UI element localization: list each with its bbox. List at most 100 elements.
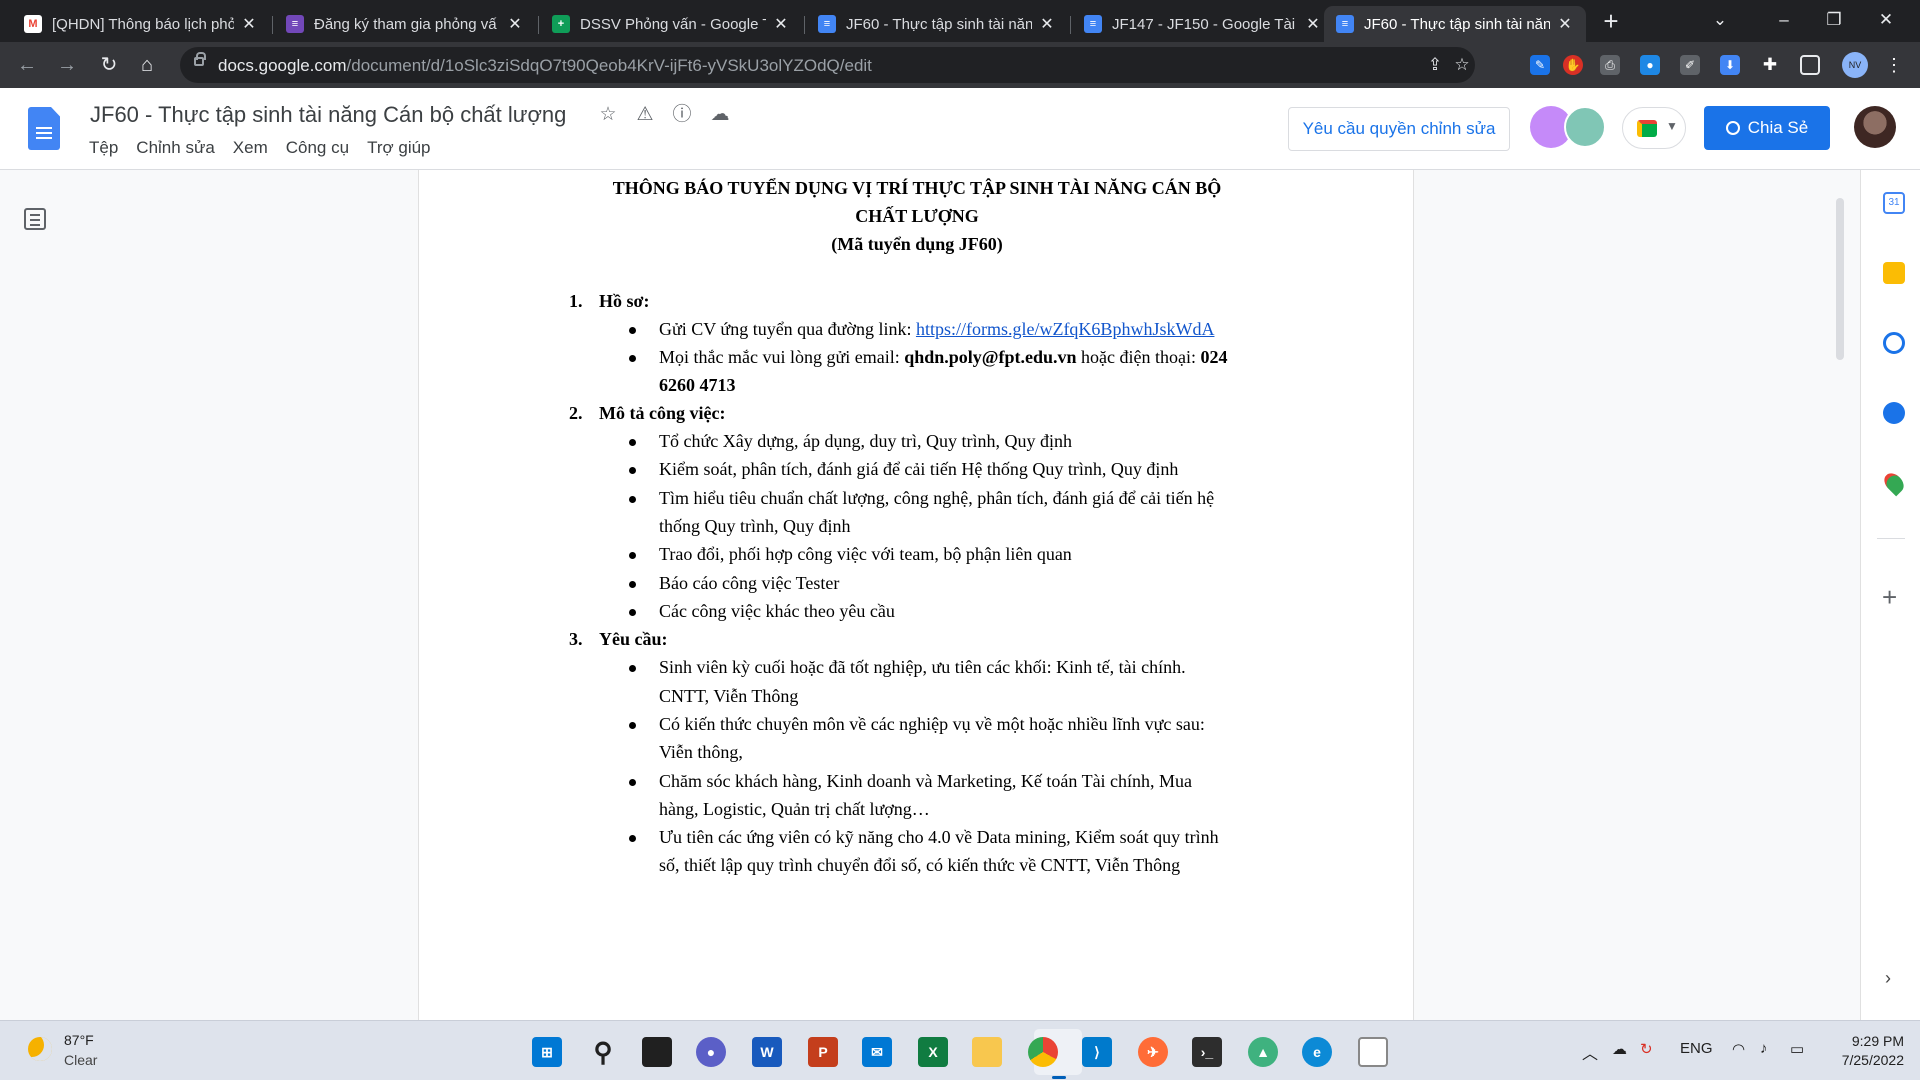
- move-to-drive-icon[interactable]: ⚠: [633, 103, 657, 127]
- weather-temperature[interactable]: 87°F: [64, 1032, 94, 1048]
- forms-icon: ≡: [286, 15, 304, 33]
- browser-tab-4[interactable]: ≡ JF60 - Thực tập sinh tài năn ✕: [806, 6, 1068, 42]
- star-icon[interactable]: ☆: [596, 103, 620, 127]
- meet-button[interactable]: ▼: [1622, 107, 1686, 149]
- vertical-scrollbar[interactable]: [1836, 198, 1844, 360]
- bookmark-star-icon[interactable]: ☆: [1452, 55, 1472, 75]
- google-docs-logo-icon[interactable]: [28, 107, 60, 150]
- close-tab-icon[interactable]: ✕: [506, 14, 524, 34]
- weather-description[interactable]: Clear: [64, 1052, 97, 1068]
- collaborator-avatar-2[interactable]: [1564, 106, 1606, 148]
- menu-view[interactable]: Xem: [233, 138, 268, 158]
- chat-icon[interactable]: ●: [696, 1037, 726, 1067]
- chrome-menu-icon[interactable]: ⋮: [1884, 55, 1904, 75]
- tasks-icon[interactable]: [1883, 332, 1905, 354]
- powerpoint-icon[interactable]: P: [808, 1037, 838, 1067]
- windows-start-icon[interactable]: ⊞: [532, 1037, 562, 1067]
- battery-icon[interactable]: ▭: [1790, 1040, 1804, 1058]
- notepad-icon[interactable]: [1358, 1037, 1388, 1067]
- document-title[interactable]: JF60 - Thực tập sinh tài năng Cán bộ chấ…: [90, 102, 566, 128]
- task-view-icon[interactable]: [642, 1037, 672, 1067]
- document-details-icon[interactable]: ⓘ: [670, 103, 694, 127]
- onedrive-icon[interactable]: ☁: [1612, 1040, 1627, 1058]
- home-button[interactable]: ⌂: [132, 51, 162, 79]
- browser-tab-2[interactable]: ≡ Đăng ký tham gia phỏng vấ ✕: [274, 6, 536, 42]
- wifi-icon[interactable]: ◠: [1732, 1040, 1745, 1058]
- share-page-icon[interactable]: ⇪: [1425, 55, 1445, 75]
- close-tab-icon[interactable]: ✕: [240, 14, 258, 34]
- keep-icon[interactable]: [1883, 262, 1905, 284]
- download-extension-icon[interactable]: ⬇: [1720, 55, 1740, 75]
- maps-icon[interactable]: [1880, 469, 1908, 497]
- account-avatar[interactable]: [1854, 106, 1896, 148]
- forward-button[interactable]: →: [52, 51, 82, 79]
- tab-strip: M [QHDN] Thông báo lịch phỏ ✕ ≡ Đăng ký …: [0, 0, 1920, 42]
- chevron-right-icon[interactable]: ›: [1885, 968, 1891, 989]
- menu-file[interactable]: Tệp: [89, 138, 118, 158]
- chevron-up-icon[interactable]: ︿: [1582, 1040, 1598, 1064]
- list-item: Ưu tiên các ứng viên có kỹ năng cho 4.0 …: [629, 827, 1219, 848]
- contacts-icon[interactable]: [1883, 402, 1905, 424]
- url-text[interactable]: docs.google.com/document/d/1oSlc3ziSdqO7…: [218, 56, 872, 76]
- close-tab-icon[interactable]: ✕: [772, 14, 790, 34]
- search-icon[interactable]: ⚲: [588, 1037, 618, 1067]
- side-panel-icon[interactable]: [1800, 55, 1820, 75]
- chevron-down-icon: ▼: [1666, 119, 1678, 133]
- volume-icon[interactable]: ♪: [1760, 1040, 1768, 1057]
- pencil-extension-icon[interactable]: ✐: [1680, 55, 1700, 75]
- file-explorer-icon[interactable]: [972, 1037, 1002, 1067]
- list-item-continuation: 6260 4713: [659, 375, 736, 395]
- postman-icon[interactable]: ✈: [1138, 1037, 1168, 1067]
- browser-tab-5[interactable]: ≡ JF147 - JF150 - Google Tài l ✕: [1072, 6, 1334, 42]
- terminal-icon[interactable]: ›_: [1192, 1037, 1222, 1067]
- restore-button[interactable]: ❐: [1814, 6, 1854, 34]
- application-form-link[interactable]: https://forms.gle/wZfqK6BphwhJskWdA: [916, 319, 1215, 339]
- profile-avatar-icon[interactable]: NV: [1842, 52, 1868, 78]
- vscode-icon[interactable]: ⟩: [1082, 1037, 1112, 1067]
- edge-icon[interactable]: e: [1302, 1037, 1332, 1067]
- new-tab-button[interactable]: +: [1596, 8, 1626, 36]
- menu-tools[interactable]: Công cụ: [286, 138, 349, 158]
- sync-status-icon[interactable]: ↻: [1640, 1040, 1653, 1058]
- moon-weather-icon[interactable]: [28, 1037, 52, 1061]
- chrome-icon[interactable]: [1028, 1037, 1058, 1067]
- share-button[interactable]: Chia Sẻ: [1704, 106, 1830, 150]
- menu-help[interactable]: Trợ giúp: [367, 138, 430, 158]
- adblock-extension-icon[interactable]: ✋: [1563, 55, 1583, 75]
- extensions-puzzle-icon[interactable]: ✚: [1760, 55, 1780, 75]
- close-tab-icon[interactable]: ✕: [1556, 14, 1574, 34]
- close-tab-icon[interactable]: ✕: [1304, 14, 1322, 34]
- contact-email: qhdn.poly@fpt.edu.vn: [904, 347, 1077, 367]
- sheets-icon: +: [552, 15, 570, 33]
- address-bar[interactable]: docs.google.com/document/d/1oSlc3ziSdqO7…: [180, 47, 1475, 83]
- menu-edit[interactable]: Chỉnh sửa: [136, 138, 214, 158]
- pen-extension-icon[interactable]: ✎: [1530, 55, 1550, 75]
- minimize-button[interactable]: –: [1764, 6, 1804, 34]
- close-window-button[interactable]: ✕: [1866, 6, 1906, 34]
- bullet: [629, 552, 636, 559]
- request-edit-access-button[interactable]: Yêu cầu quyền chỉnh sửa: [1288, 107, 1510, 151]
- cloud-saved-icon[interactable]: ☁: [708, 103, 732, 127]
- calendar-icon[interactable]: 31: [1883, 192, 1905, 214]
- tab-search-icon[interactable]: ⌄: [1700, 6, 1740, 34]
- reload-button[interactable]: ↻: [94, 51, 124, 79]
- lock-icon[interactable]: [194, 52, 206, 66]
- browser-tab-3[interactable]: + DSSV Phỏng vấn - Google T ✕: [540, 6, 802, 42]
- document-outline-icon[interactable]: [24, 208, 46, 230]
- back-button[interactable]: ←: [12, 51, 42, 79]
- sourcetree-icon[interactable]: ▲: [1248, 1037, 1278, 1067]
- word-icon[interactable]: W: [752, 1037, 782, 1067]
- language-indicator[interactable]: ENG: [1680, 1040, 1713, 1057]
- droplet-extension-icon[interactable]: ●: [1640, 55, 1660, 75]
- mail-icon[interactable]: ✉: [862, 1037, 892, 1067]
- document-page[interactable]: THÔNG BÁO TUYỂN DỤNG VỊ TRÍ THỰC TẬP SIN…: [418, 170, 1414, 1020]
- excel-icon[interactable]: X: [918, 1037, 948, 1067]
- close-tab-icon[interactable]: ✕: [1038, 14, 1056, 34]
- system-clock[interactable]: 9:29 PM 7/25/2022: [1830, 1032, 1904, 1070]
- get-addons-icon[interactable]: +: [1882, 582, 1897, 613]
- printer-extension-icon[interactable]: ⎙: [1600, 55, 1620, 75]
- section-heading-3: 3. Yêu cầu:: [569, 629, 668, 649]
- tab-divider: [538, 16, 539, 34]
- browser-tab-1[interactable]: M [QHDN] Thông báo lịch phỏ ✕: [12, 6, 270, 42]
- browser-tab-6-active[interactable]: ≡ JF60 - Thực tập sinh tài năn ✕: [1324, 6, 1586, 42]
